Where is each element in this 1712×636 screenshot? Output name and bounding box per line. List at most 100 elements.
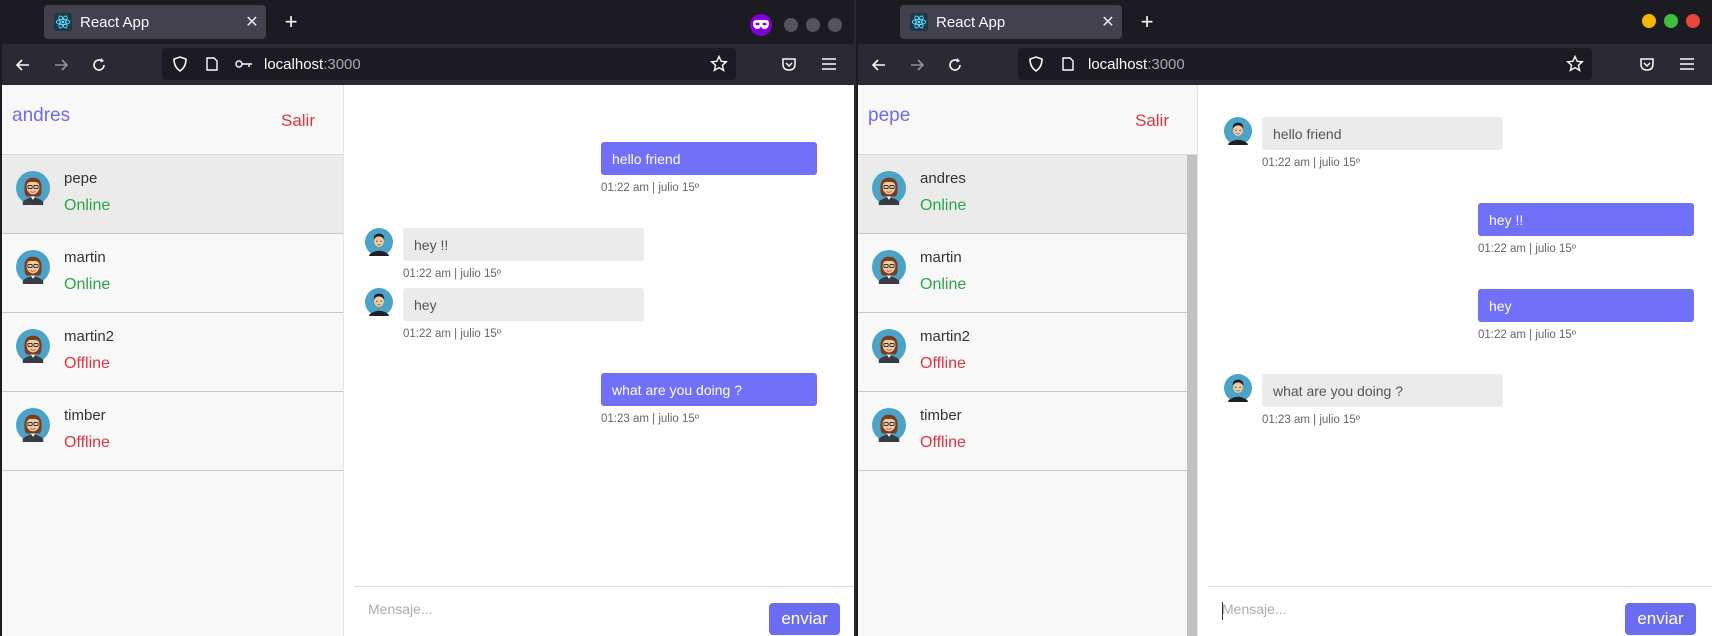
logout-button[interactable]: Salir: [1135, 111, 1169, 131]
url-bar[interactable]: localhost:3000: [1018, 48, 1592, 80]
shield-icon[interactable]: [1022, 56, 1050, 72]
minimize-button[interactable]: [784, 18, 798, 32]
key-icon[interactable]: [230, 59, 258, 69]
send-button[interactable]: enviar: [769, 603, 840, 635]
contact-item-martin2[interactable]: martin2 Offline: [2, 313, 343, 392]
close-icon[interactable]: ✕: [238, 12, 266, 32]
female-avatar-icon: [872, 408, 906, 442]
logout-button[interactable]: Salir: [281, 111, 315, 131]
message-time: 01:23 am | julio 15º: [601, 413, 699, 425]
close-window-button[interactable]: [828, 18, 842, 32]
plus-icon[interactable]: +: [1134, 9, 1160, 35]
close-window-button[interactable]: [1686, 14, 1700, 28]
menu-icon[interactable]: [812, 48, 846, 80]
message-bubble: hello friend: [601, 142, 817, 175]
star-icon[interactable]: [1566, 54, 1584, 77]
female-avatar-icon: [16, 408, 50, 442]
message-input[interactable]: [368, 601, 698, 617]
male-avatar-icon: [365, 228, 393, 256]
contact-item-martin2[interactable]: martin2 Offline: [858, 313, 1197, 392]
maximize-button[interactable]: [1664, 14, 1678, 28]
message-input[interactable]: [1222, 601, 1552, 617]
private-mask-icon: [750, 14, 772, 36]
contact-item-andres[interactable]: andres Online: [858, 155, 1197, 234]
forward-arrow-icon[interactable]: [44, 49, 78, 81]
contact-item-martin[interactable]: martin Online: [2, 234, 343, 313]
contact-name: martin2: [920, 328, 971, 345]
tab-title: React App: [936, 13, 1006, 31]
minimize-button[interactable]: [1642, 14, 1656, 28]
message-composer: enviar: [354, 586, 854, 636]
toolbar-right: [772, 48, 846, 80]
message-time: 01:22 am | julio 15º: [1478, 243, 1576, 255]
female-avatar-icon: [872, 171, 906, 205]
incoming-message: hey !! 01:22 am | julio 15º: [403, 228, 644, 280]
react-icon: [910, 13, 928, 31]
chat-app: pepe Salir andres Online martin Online m…: [858, 85, 1712, 636]
contacts-sidebar: andres Salir pepe Online martin Online m…: [2, 85, 344, 636]
message-list: hello friend 01:22 am | julio 15º hey !!…: [1198, 85, 1712, 578]
contact-item-timber[interactable]: timber Offline: [858, 392, 1197, 471]
contact-status: Offline: [920, 355, 966, 372]
message-bubble: what are you doing ?: [1262, 374, 1503, 407]
desktop: React App ✕ + localhost:3000 andres Sal…: [0, 0, 1712, 636]
maximize-button[interactable]: [806, 18, 820, 32]
toolbar-right: [1630, 48, 1704, 80]
sidebar-scrollbar[interactable]: [1187, 155, 1197, 636]
pocket-icon[interactable]: [1630, 48, 1664, 80]
url-bar[interactable]: localhost:3000: [162, 48, 736, 80]
browser-tab[interactable]: React App ✕: [900, 5, 1122, 39]
contact-status: Offline: [64, 434, 110, 451]
window-controls: [750, 14, 842, 36]
outgoing-message: what are you doing ? 01:23 am | julio 15…: [601, 373, 817, 425]
page-icon[interactable]: [1054, 57, 1082, 71]
browser-window-pepe: React App ✕ + localhost:3000 pepe Salir…: [858, 0, 1712, 636]
contact-item-timber[interactable]: timber Offline: [2, 392, 343, 471]
message-time: 01:22 am | julio 15º: [1478, 329, 1576, 341]
star-icon[interactable]: [710, 54, 728, 77]
message-bubble: what are you doing ?: [601, 373, 817, 406]
contact-item-martin[interactable]: martin Online: [858, 234, 1197, 313]
page-icon[interactable]: [198, 57, 226, 71]
reload-icon[interactable]: [938, 49, 972, 81]
incoming-message: hello friend 01:22 am | julio 15º: [1262, 117, 1503, 169]
contact-status: Online: [64, 276, 111, 293]
shield-icon[interactable]: [166, 56, 194, 72]
contact-status: Offline: [920, 434, 966, 451]
pocket-icon[interactable]: [772, 48, 806, 80]
male-avatar-icon: [1224, 117, 1252, 145]
contact-item-pepe[interactable]: pepe Online: [2, 155, 343, 234]
contact-name: andres: [920, 170, 966, 187]
message-time: 01:22 am | julio 15º: [403, 268, 501, 280]
tab-title: React App: [80, 13, 150, 31]
sidebar-header: andres Salir: [2, 85, 343, 155]
incoming-message: what are you doing ? 01:23 am | julio 15…: [1262, 374, 1503, 426]
current-user-name: pepe: [868, 105, 911, 126]
chat-app: andres Salir pepe Online martin Online m…: [2, 85, 854, 636]
reload-icon[interactable]: [82, 49, 116, 81]
female-avatar-icon: [16, 329, 50, 363]
male-avatar-icon: [365, 288, 393, 316]
forward-arrow-icon[interactable]: [900, 49, 934, 81]
outgoing-message: hey 01:22 am | julio 15º: [1478, 289, 1694, 341]
send-button[interactable]: enviar: [1625, 603, 1696, 635]
female-avatar-icon: [872, 250, 906, 284]
menu-icon[interactable]: [1670, 48, 1704, 80]
chat-panel: hello friend 01:22 am | julio 15º hey !!…: [1198, 85, 1712, 636]
close-icon[interactable]: ✕: [1094, 12, 1122, 32]
contact-status: Online: [920, 276, 967, 293]
message-bubble: hey !!: [403, 228, 644, 261]
message-bubble: hey: [1478, 289, 1694, 322]
contact-status: Offline: [64, 355, 110, 372]
back-arrow-icon[interactable]: [862, 49, 896, 81]
message-time: 01:22 am | julio 15º: [1262, 157, 1360, 169]
contacts-sidebar: pepe Salir andres Online martin Online m…: [858, 85, 1198, 636]
browser-tab[interactable]: React App ✕: [44, 5, 266, 39]
message-time: 01:22 am | julio 15º: [403, 328, 501, 340]
url-host: localhost: [264, 55, 324, 73]
message-bubble: hey !!: [1478, 203, 1694, 236]
back-arrow-icon[interactable]: [6, 49, 40, 81]
plus-icon[interactable]: +: [278, 9, 304, 35]
contact-status: Online: [64, 197, 111, 214]
contact-status: Online: [920, 197, 967, 214]
